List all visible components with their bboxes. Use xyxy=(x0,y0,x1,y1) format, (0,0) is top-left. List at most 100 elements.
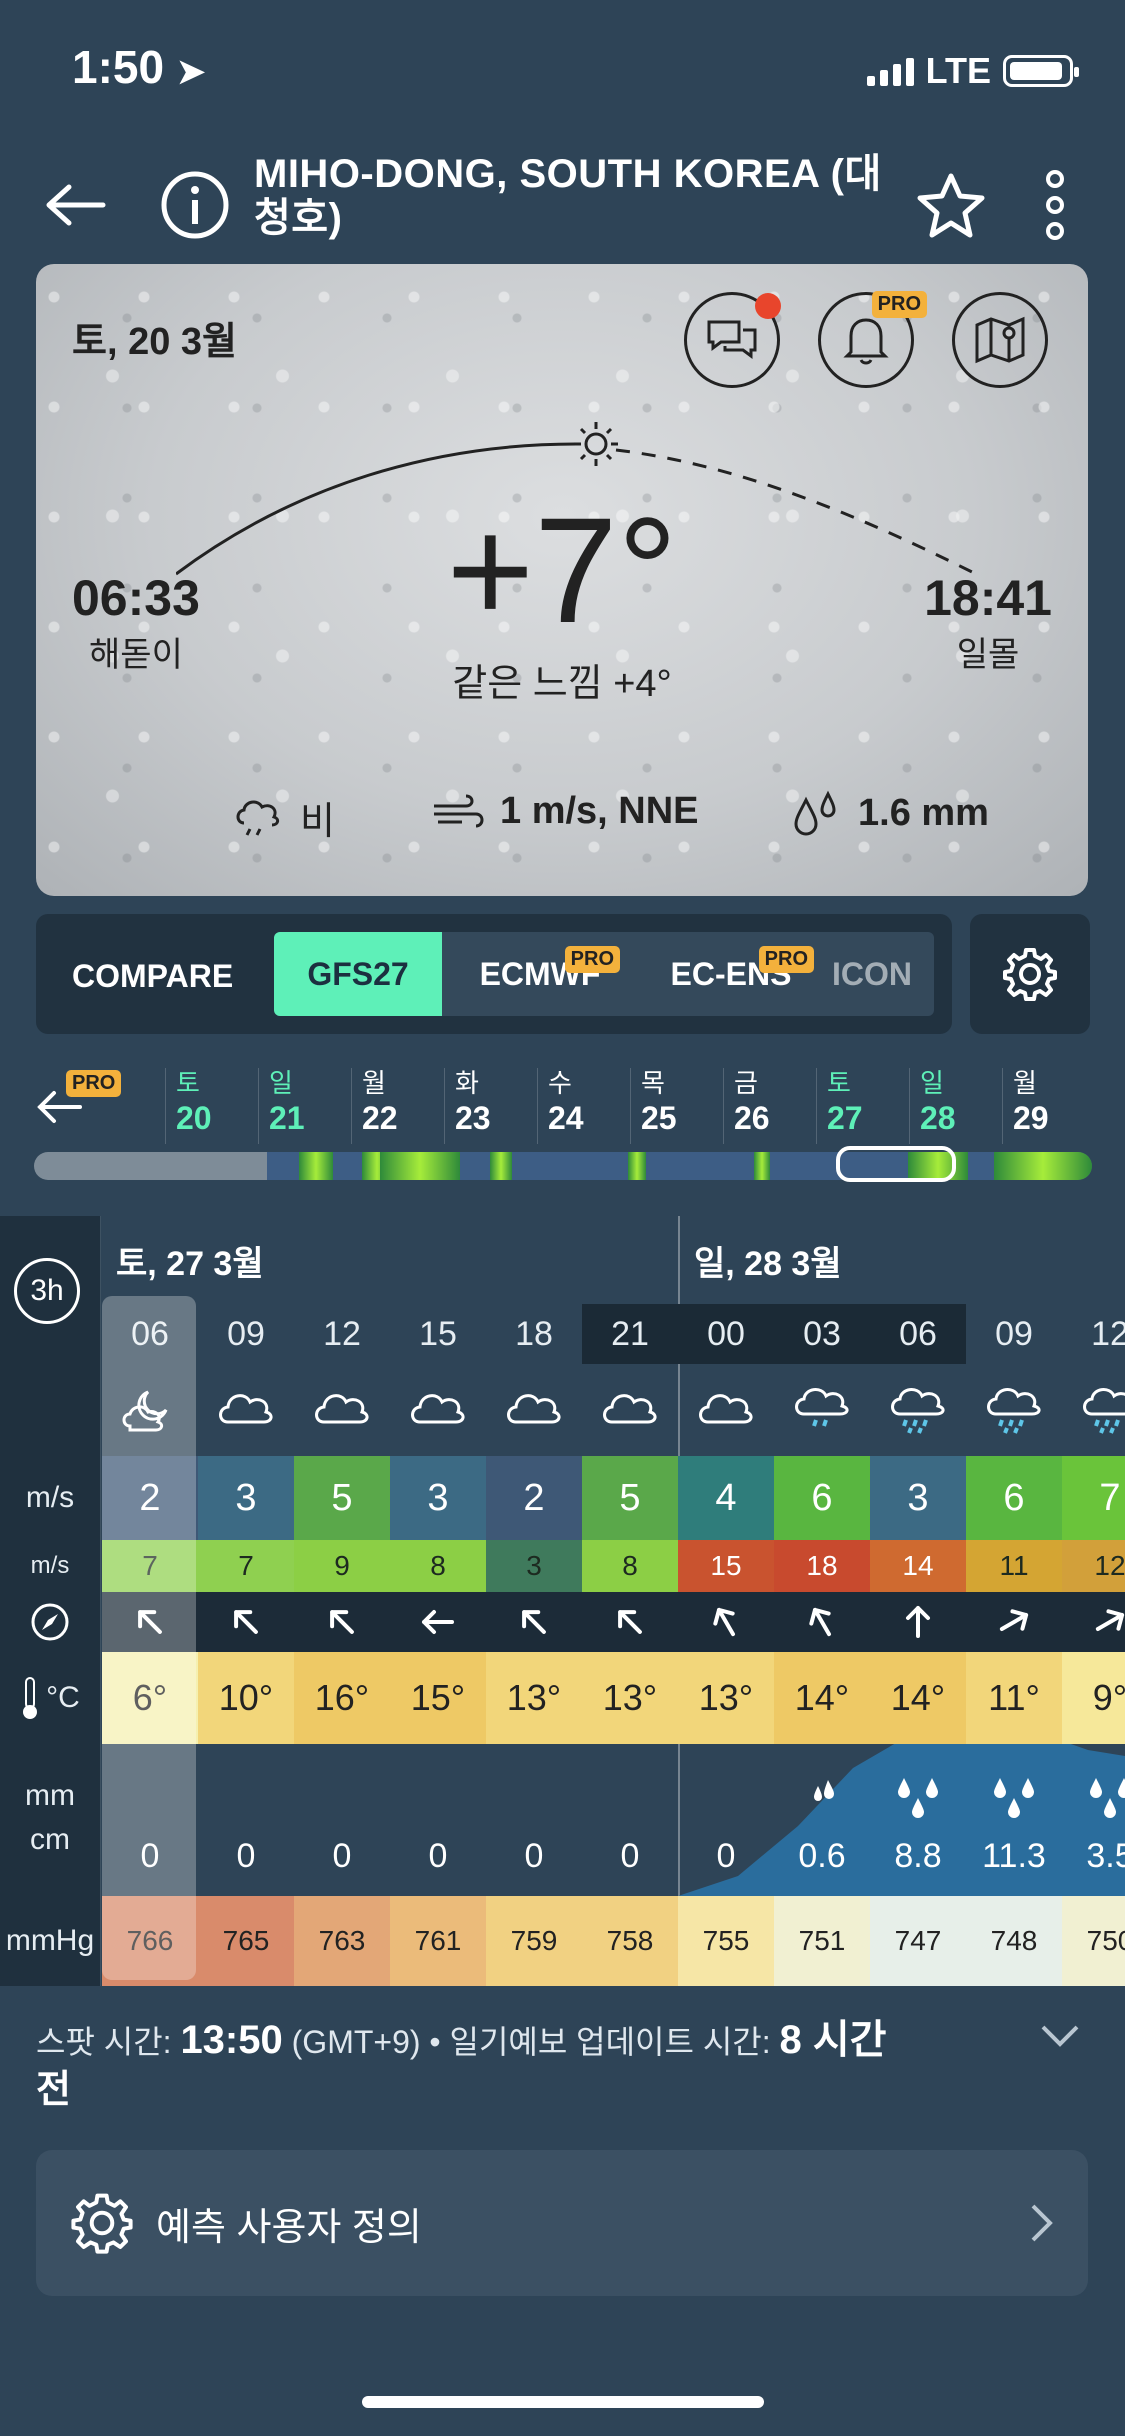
info-button[interactable] xyxy=(150,160,240,250)
wind-direction-cell xyxy=(1062,1592,1125,1652)
day-name: 목 xyxy=(641,1068,665,1098)
back-button[interactable] xyxy=(30,160,120,250)
wind-direction-cell xyxy=(774,1592,870,1652)
wind-speed-cell: 3 xyxy=(390,1456,486,1540)
hour-cell: 09 xyxy=(995,1314,1033,1353)
wind-direction-cell xyxy=(390,1592,486,1652)
wind-arrow-icon xyxy=(1095,1609,1125,1631)
customize-forecast-button[interactable]: 예측 사용자 정의 xyxy=(36,2150,1088,2296)
notification-dot xyxy=(755,293,781,319)
precip-cell: 0 xyxy=(716,1836,736,1875)
day-number: 21 xyxy=(269,1100,305,1136)
favorite-button[interactable] xyxy=(906,160,996,250)
day-26[interactable]: 금 26 xyxy=(723,1068,816,1144)
precip-cm-label: cm xyxy=(30,1823,70,1856)
day-21[interactable]: 일 21 xyxy=(258,1068,351,1144)
tab-gfs27[interactable]: GFS27 xyxy=(274,932,442,1016)
home-indicator[interactable] xyxy=(362,2396,764,2408)
temperature-cell: 16° xyxy=(294,1652,390,1744)
weather-cell xyxy=(774,1364,870,1456)
settings-button[interactable] xyxy=(970,914,1090,1034)
day-number: 25 xyxy=(641,1100,677,1136)
wind-unit-label: m/s xyxy=(25,1481,75,1514)
wind-speed-cell: 3 xyxy=(198,1456,294,1540)
wind: 1 m/s, NNE xyxy=(432,790,699,833)
current-date: 토, 20 3월 xyxy=(72,321,237,363)
gust-cell: 12 xyxy=(1062,1540,1125,1592)
step-button[interactable]: 3h xyxy=(14,1258,80,1324)
wind-speed-cell: 2 xyxy=(486,1456,582,1540)
tab-ecmwf[interactable]: ECMWF PRO xyxy=(442,932,638,1016)
precip-cell: 0 xyxy=(524,1836,544,1875)
day-25[interactable]: 목 25 xyxy=(630,1068,723,1144)
wind-arrow-icon xyxy=(522,1610,546,1634)
day-27[interactable]: 토 27 xyxy=(816,1068,909,1144)
hour-cell: 09 xyxy=(227,1314,265,1353)
day-29[interactable]: 월 29 xyxy=(1002,1068,1095,1144)
sunrise-label: 해돋이 xyxy=(89,636,183,674)
temp-unit-label: °C xyxy=(0,1652,100,1744)
wind-speed-cell: 5 xyxy=(294,1456,390,1540)
temperature-cell: 11° xyxy=(966,1652,1062,1744)
update-value: 8 시간 xyxy=(779,2018,887,2062)
sunset: 18:41 일몰 xyxy=(924,569,1052,676)
day-20[interactable]: 토 20 xyxy=(165,1068,258,1144)
thermometer-icon xyxy=(23,1677,38,1719)
hour-cell: 15 xyxy=(419,1314,457,1353)
weather-cell xyxy=(390,1364,486,1456)
timeline-thumb[interactable] xyxy=(836,1146,956,1182)
sun-icon xyxy=(574,422,618,466)
spot-label: 스팟 시간: xyxy=(36,2024,172,2060)
update-label: 일기예보 업데이트 시간: xyxy=(449,2024,771,2060)
update-info: 스팟 시간: 13:50 (GMT+9) • 일기예보 업데이트 시간: 8 시… xyxy=(36,2018,887,2111)
gust-cell: 3 xyxy=(486,1540,582,1592)
update-ago: 전 xyxy=(36,2069,71,2111)
weather-cell xyxy=(294,1364,390,1456)
forecast-table: 3h m/s m/s °C mm cm mmHg 토, 27 3월 일, 28 … xyxy=(0,1216,1125,1986)
day-28[interactable]: 일 28 xyxy=(909,1068,1002,1144)
cloud-icon xyxy=(699,1394,753,1424)
chevron-right-icon xyxy=(1031,2204,1053,2242)
hour-cell: 12 xyxy=(1091,1314,1125,1353)
info-icon xyxy=(161,171,229,239)
alert-button[interactable]: PRO xyxy=(818,291,927,388)
chat-button[interactable] xyxy=(684,292,781,388)
temperature-cell: 9° xyxy=(1062,1652,1125,1744)
compare-button[interactable]: COMPARE xyxy=(72,958,233,995)
hour-cell: 21 xyxy=(582,1304,678,1364)
precip-cell: 0 xyxy=(332,1836,352,1875)
tab-label: GFS27 xyxy=(307,955,409,992)
status-time: 1:50 ➤ xyxy=(72,41,206,93)
cloud-icon xyxy=(603,1394,657,1424)
compass-icon xyxy=(31,1603,69,1641)
pressure-cell: 758 xyxy=(582,1896,678,1986)
customize-label: 예측 사용자 정의 xyxy=(156,2206,422,2249)
wind-direction-cell xyxy=(198,1592,294,1652)
tab-icon[interactable]: ICON xyxy=(824,932,934,1016)
day-23[interactable]: 화 23 xyxy=(444,1068,537,1144)
wind-direction-cell xyxy=(966,1592,1062,1652)
map-icon xyxy=(975,316,1025,364)
temperature-cell: 14° xyxy=(870,1652,966,1744)
precipitation: 1.6 mm xyxy=(792,790,989,836)
day-22[interactable]: 월 22 xyxy=(351,1068,444,1144)
star-icon xyxy=(917,173,985,238)
pro-badge: PRO xyxy=(758,946,814,973)
current-column-highlight[interactable] xyxy=(102,1296,196,1980)
condition: 비 xyxy=(232,790,335,845)
expand-button[interactable] xyxy=(1040,2024,1080,2053)
map-button[interactable] xyxy=(952,292,1048,388)
cloud-icon xyxy=(219,1394,273,1424)
gust-cell: 14 xyxy=(870,1540,966,1592)
day-number: 28 xyxy=(920,1100,956,1136)
tab-ec-ens[interactable]: EC-ENS PRO xyxy=(638,932,824,1016)
hour-cell: 03 xyxy=(774,1304,870,1364)
more-vert-icon xyxy=(1046,170,1064,240)
day-24[interactable]: 수 24 xyxy=(537,1068,630,1144)
water-drops-icon xyxy=(794,790,836,836)
more-button[interactable] xyxy=(1010,160,1100,250)
weather-cell xyxy=(1062,1364,1125,1456)
direction-label xyxy=(0,1592,100,1652)
wind-speed-cell: 7 xyxy=(1062,1456,1125,1540)
precip-text: 1.6 mm xyxy=(858,791,989,834)
